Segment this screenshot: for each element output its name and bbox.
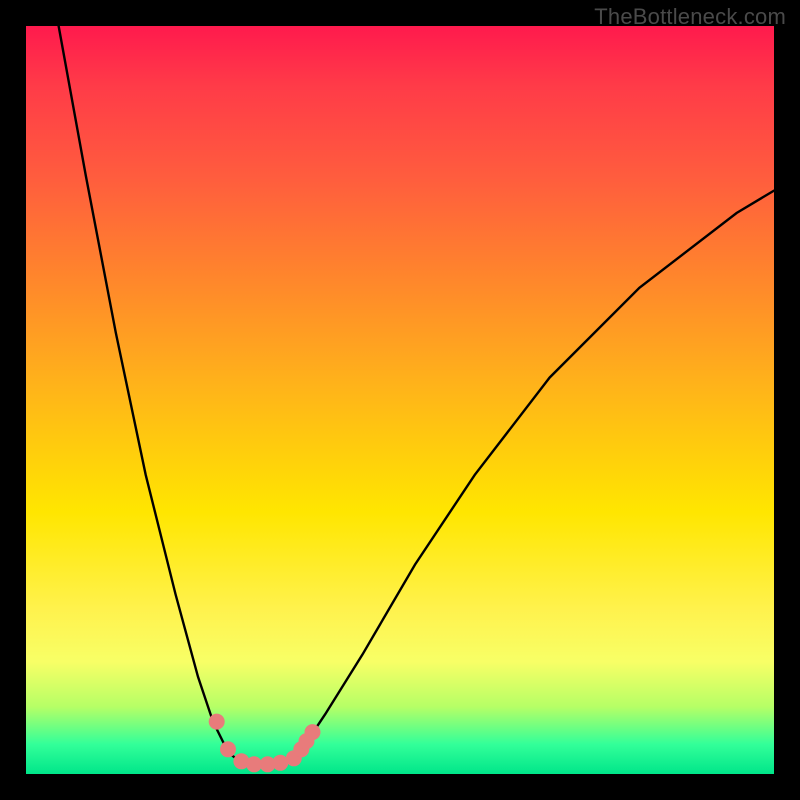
data-marker — [220, 741, 236, 757]
curve-layer — [26, 26, 774, 774]
data-marker — [305, 724, 321, 740]
chart-frame: TheBottleneck.com — [0, 0, 800, 800]
watermark-text: TheBottleneck.com — [594, 4, 786, 30]
plot-area — [26, 26, 774, 774]
marker-group — [209, 714, 321, 773]
bottleneck-curve — [56, 11, 774, 765]
data-marker — [209, 714, 225, 730]
